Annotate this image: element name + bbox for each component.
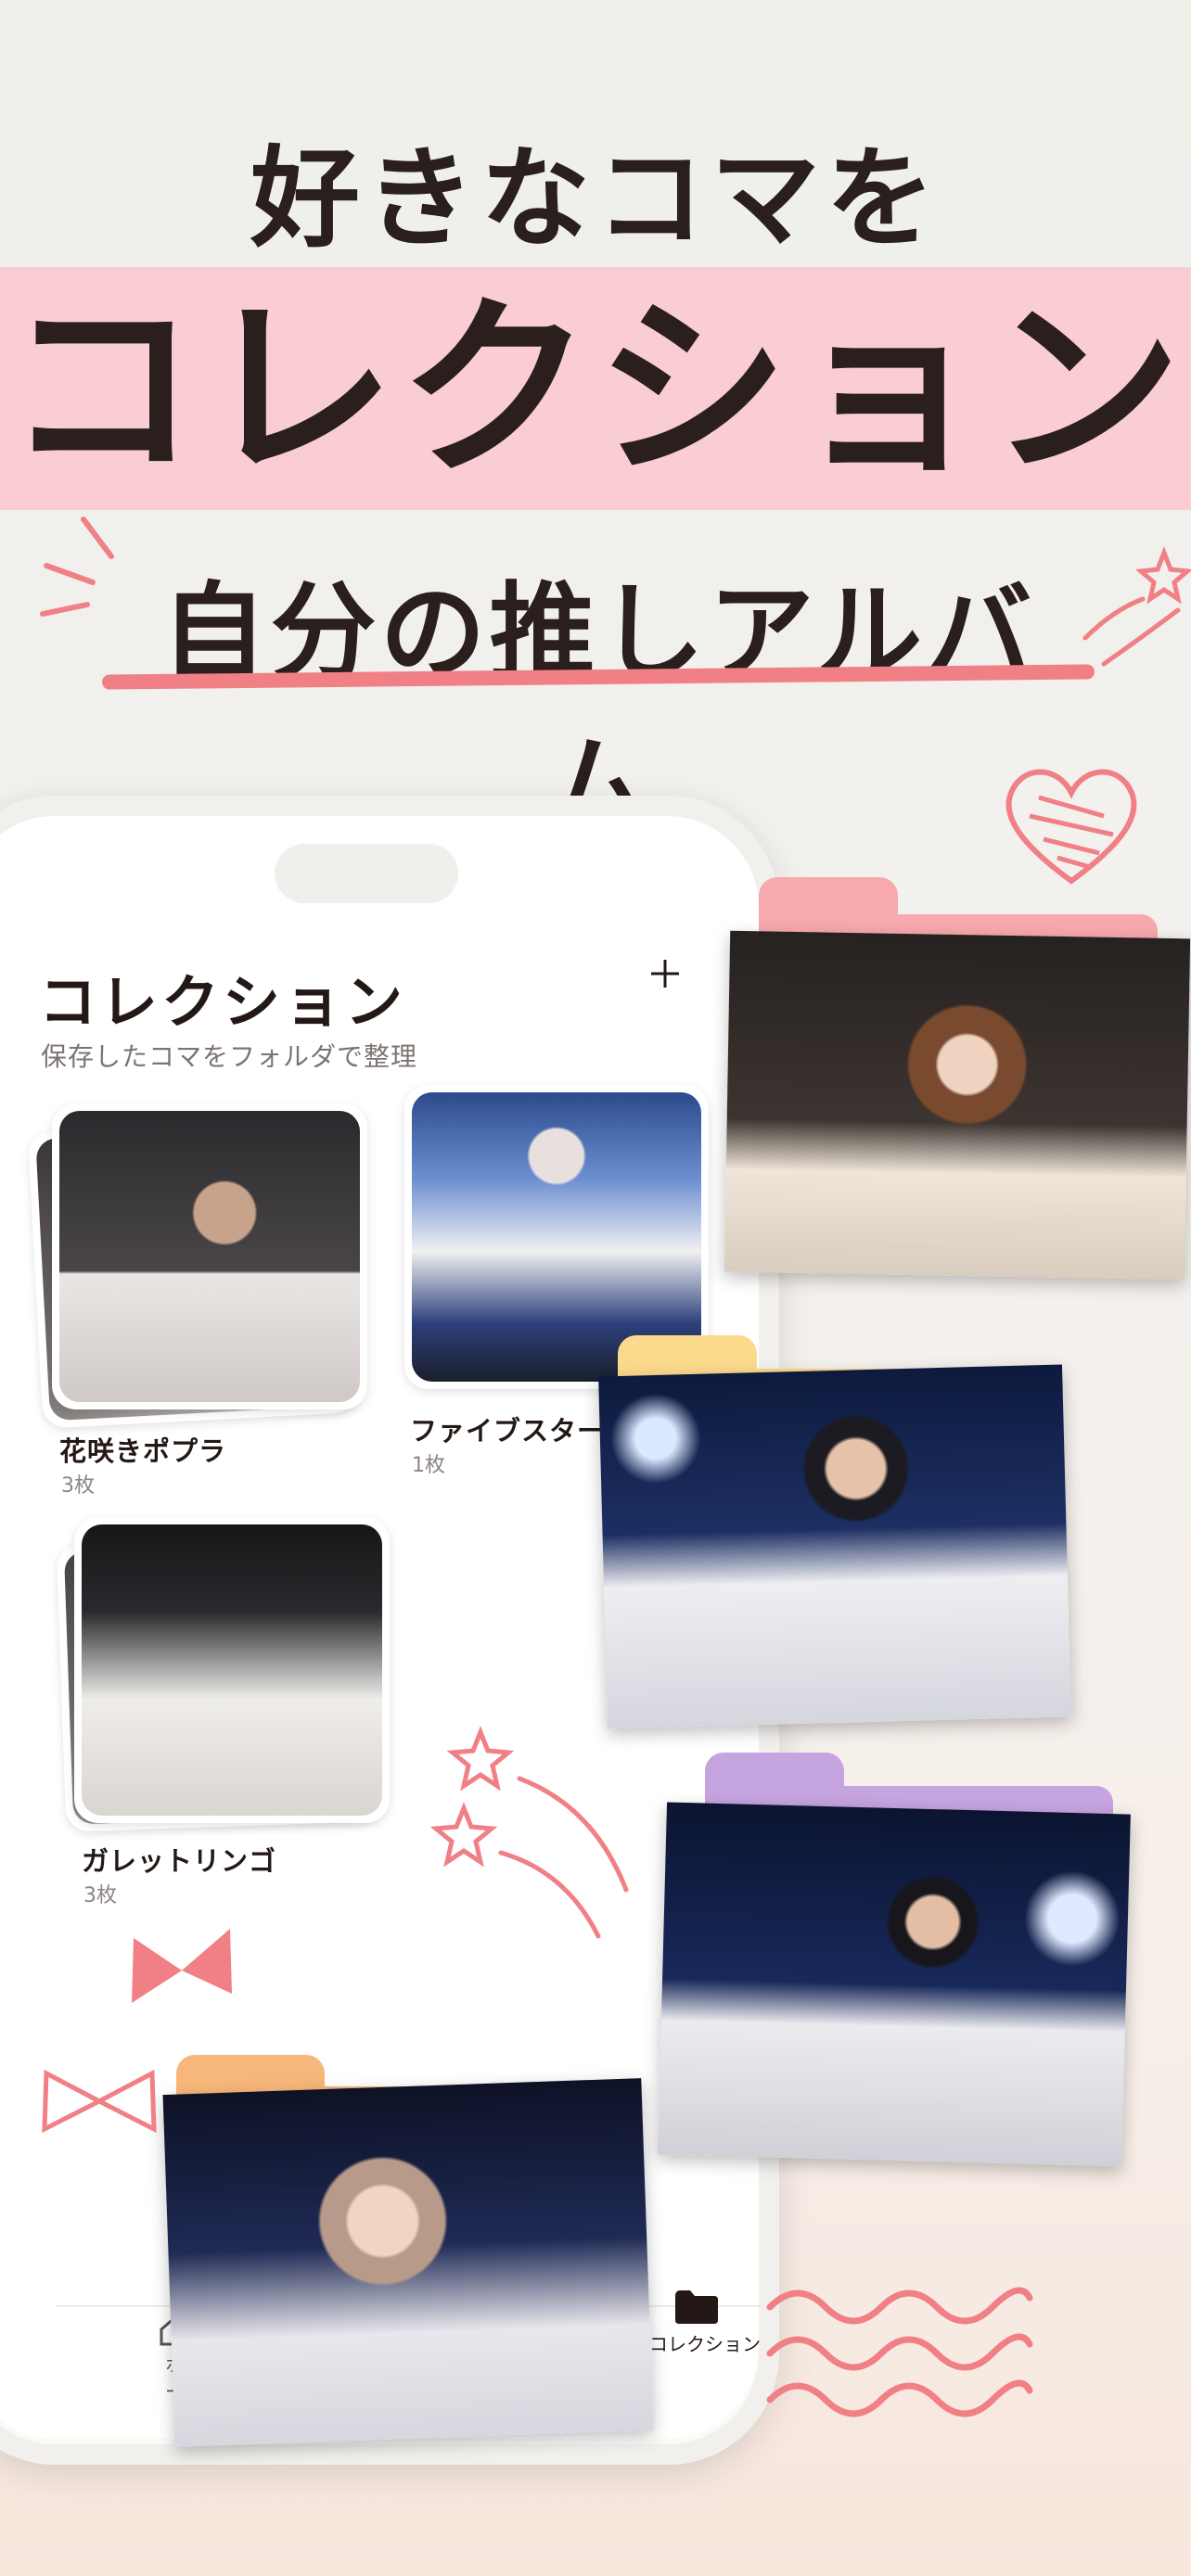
plus-icon xyxy=(651,960,679,988)
wave-lines-icon xyxy=(766,2287,1033,2417)
tab-collection-label: コレクション xyxy=(649,2333,761,2355)
banner-title: コレクション xyxy=(6,278,1185,503)
dynamic-island xyxy=(275,844,458,903)
folder-photo-idol-1 xyxy=(724,930,1191,1281)
album-count-galette: 3枚 xyxy=(83,1884,117,1907)
ribbon-bow-icon xyxy=(132,1929,232,2003)
heart-doodle-icon xyxy=(1005,769,1137,885)
album-count-popura: 3枚 xyxy=(61,1474,95,1498)
shooting-stars-doodle-icon xyxy=(429,1726,629,1939)
album-count-fivestar: 1枚 xyxy=(412,1454,445,1477)
folder-photo-idol-2 xyxy=(598,1364,1071,1729)
album-photo xyxy=(82,1524,382,1816)
folder-photo-idol-4 xyxy=(162,2078,654,2447)
album-photo xyxy=(59,1111,360,1402)
shooting-star-right-icon xyxy=(1082,546,1191,667)
album-name-fivestar: ファイブスター xyxy=(410,1415,606,1447)
add-collection-button[interactable] xyxy=(649,946,681,1001)
headline: 好きなコマを xyxy=(250,134,941,262)
album-card-galette[interactable] xyxy=(74,1517,390,1823)
folder-icon xyxy=(675,2290,718,2324)
collection-subtitle: 保存したコマをフォルダで整理 xyxy=(41,1041,418,1072)
sparkle-lines-left-icon xyxy=(40,516,114,617)
collection-title: コレクション xyxy=(39,968,407,1036)
ribbon-outline-icon xyxy=(42,2069,157,2134)
album-card-popura[interactable] xyxy=(52,1103,367,1409)
folder-photo-idol-3 xyxy=(658,1802,1131,2167)
album-name-galette: ガレットリンゴ xyxy=(82,1845,277,1877)
album-name-popura: 花咲きポプラ xyxy=(59,1435,227,1467)
